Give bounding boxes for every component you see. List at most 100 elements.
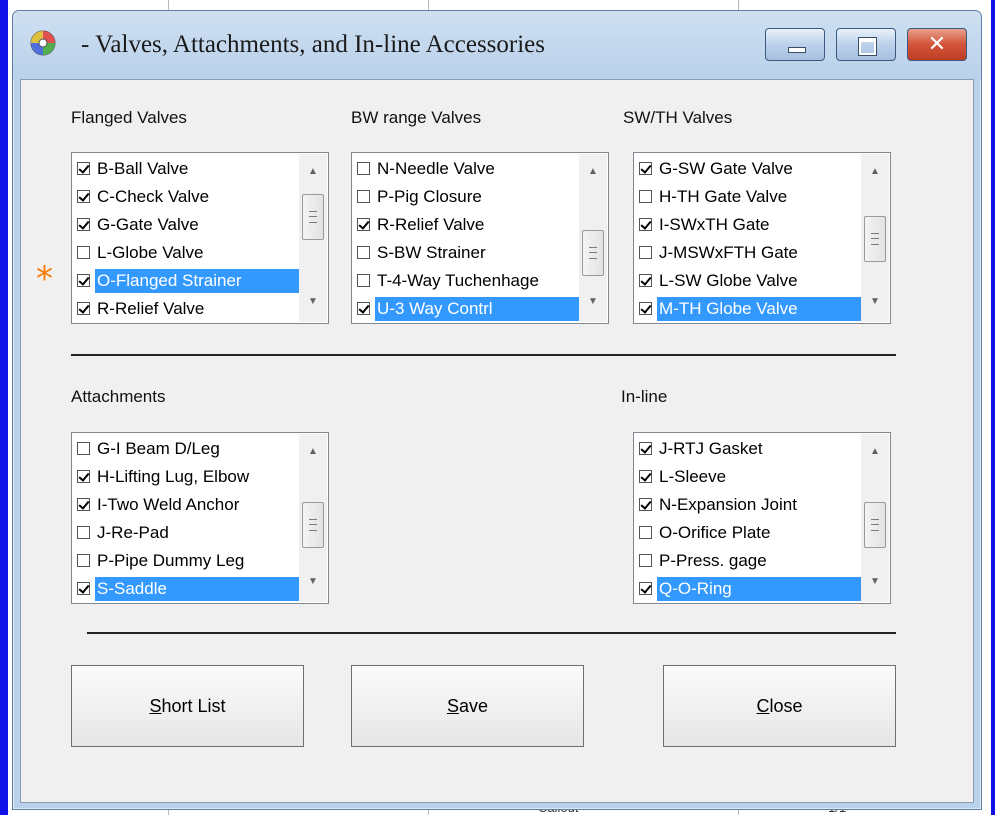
item-checkbox[interactable] bbox=[77, 442, 90, 455]
item-checkbox[interactable] bbox=[77, 218, 90, 231]
save-accel: S bbox=[446, 696, 459, 716]
list-item[interactable]: P-Press. gage bbox=[635, 547, 861, 575]
flanged-valves-listbox[interactable]: B-Ball Valve C-Check Valve G-Gate Valve L-G… bbox=[71, 152, 329, 324]
title-bar[interactable]: - Valves, Attachments, and In-line Acces… bbox=[13, 11, 981, 79]
item-checkbox[interactable] bbox=[639, 582, 652, 595]
list-item[interactable]: P-Pig Closure bbox=[353, 183, 579, 211]
item-checkbox[interactable] bbox=[357, 218, 370, 231]
maximize-button[interactable] bbox=[836, 28, 896, 61]
list-item[interactable]: S-BW Strainer bbox=[353, 239, 579, 267]
list-item[interactable]: U-3 Way Contrl bbox=[353, 295, 579, 323]
list-item[interactable]: R-Relief Valve bbox=[353, 211, 579, 239]
item-checkbox[interactable] bbox=[639, 302, 652, 315]
list-item[interactable]: T-4-Way Tuchenhage bbox=[353, 267, 579, 295]
item-checkbox[interactable] bbox=[77, 554, 90, 567]
list-item[interactable]: G-Gate Valve bbox=[73, 211, 299, 239]
scroll-up-arrow-icon[interactable]: ▲ bbox=[579, 162, 607, 182]
scroll-up-arrow-icon[interactable]: ▲ bbox=[861, 162, 889, 182]
scroll-down-arrow-icon[interactable]: ▼ bbox=[299, 292, 327, 312]
item-checkbox[interactable] bbox=[639, 470, 652, 483]
list-item[interactable]: N-Expansion Joint bbox=[635, 491, 861, 519]
list-item[interactable]: O-Orifice Plate bbox=[635, 519, 861, 547]
in-line-listbox[interactable]: J-RTJ Gasket L-Sleeve N-Expansion Joint O-O… bbox=[633, 432, 891, 604]
scroll-down-arrow-icon[interactable]: ▼ bbox=[299, 572, 327, 592]
item-checkbox[interactable] bbox=[77, 162, 90, 175]
close-window-button[interactable]: ✕ bbox=[907, 28, 967, 61]
item-checkbox[interactable] bbox=[639, 526, 652, 539]
item-checkbox[interactable] bbox=[639, 162, 652, 175]
item-checkbox[interactable] bbox=[357, 274, 370, 287]
thumb-grip-icon bbox=[871, 519, 879, 531]
item-checkbox[interactable] bbox=[639, 274, 652, 287]
list-item[interactable]: O-Flanged Strainer bbox=[73, 267, 299, 295]
item-label: P-Press. gage bbox=[659, 551, 767, 570]
list-item[interactable]: I-SWxTH Gate bbox=[635, 211, 861, 239]
list-item[interactable]: L-Globe Valve bbox=[73, 239, 299, 267]
item-checkbox[interactable] bbox=[357, 162, 370, 175]
scroll-thumb[interactable] bbox=[582, 230, 604, 276]
list-item[interactable]: Q-O-Ring bbox=[635, 575, 861, 603]
item-checkbox[interactable] bbox=[77, 274, 90, 287]
item-checkbox[interactable] bbox=[639, 498, 652, 511]
list-item[interactable]: H-Lifting Lug, Elbow bbox=[73, 463, 299, 491]
minimize-button[interactable] bbox=[765, 28, 825, 61]
list-item[interactable]: C-Check Valve bbox=[73, 183, 299, 211]
divider-bottom bbox=[87, 632, 896, 634]
list-item[interactable]: I-Two Weld Anchor bbox=[73, 491, 299, 519]
item-checkbox[interactable] bbox=[77, 526, 90, 539]
item-checkbox[interactable] bbox=[639, 554, 652, 567]
close-label: lose bbox=[769, 696, 803, 716]
item-checkbox[interactable] bbox=[77, 302, 90, 315]
list-item[interactable]: L-Sleeve bbox=[635, 463, 861, 491]
list-item[interactable]: G-I Beam D/Leg bbox=[73, 435, 299, 463]
list-item[interactable]: S-Saddle bbox=[73, 575, 299, 603]
item-checkbox[interactable] bbox=[77, 498, 90, 511]
bw-range-valves-listbox[interactable]: N-Needle Valve P-Pig Closure R-Relief Valv… bbox=[351, 152, 609, 324]
scroll-down-arrow-icon[interactable]: ▼ bbox=[861, 292, 889, 312]
item-checkbox[interactable] bbox=[357, 246, 370, 259]
short-list-button[interactable]: Short List bbox=[71, 665, 304, 747]
scroll-up-arrow-icon[interactable]: ▲ bbox=[299, 442, 327, 462]
item-checkbox[interactable] bbox=[77, 246, 90, 259]
vertical-scrollbar[interactable]: ▲ ▼ bbox=[579, 154, 607, 322]
vertical-scrollbar[interactable]: ▲ ▼ bbox=[861, 154, 889, 322]
list-item[interactable]: G-SW Gate Valve bbox=[635, 155, 861, 183]
vertical-scrollbar[interactable]: ▲ ▼ bbox=[861, 434, 889, 602]
list-item[interactable]: P-Pipe Dummy Leg bbox=[73, 547, 299, 575]
scroll-down-arrow-icon[interactable]: ▼ bbox=[861, 572, 889, 592]
scroll-thumb[interactable] bbox=[864, 502, 886, 548]
sw-th-valves-listbox[interactable]: G-SW Gate Valve H-TH Gate Valve I-SWxTH Ga… bbox=[633, 152, 891, 324]
scroll-thumb[interactable] bbox=[864, 216, 886, 262]
vertical-scrollbar[interactable]: ▲ ▼ bbox=[299, 434, 327, 602]
list-item[interactable]: H-TH Gate Valve bbox=[635, 183, 861, 211]
list-item[interactable]: R-Relief Valve bbox=[73, 295, 299, 323]
attachments-listbox[interactable]: G-I Beam D/Leg H-Lifting Lug, Elbow I-Two … bbox=[71, 432, 329, 604]
scroll-thumb[interactable] bbox=[302, 194, 324, 240]
list-item[interactable]: B-Ball Valve bbox=[73, 155, 299, 183]
close-button[interactable]: Close bbox=[663, 665, 896, 747]
item-checkbox[interactable] bbox=[639, 442, 652, 455]
item-checkbox[interactable] bbox=[357, 302, 370, 315]
vertical-scrollbar[interactable]: ▲ ▼ bbox=[299, 154, 327, 322]
scroll-up-arrow-icon[interactable]: ▲ bbox=[299, 162, 327, 182]
save-button[interactable]: Save bbox=[351, 665, 584, 747]
item-checkbox[interactable] bbox=[77, 470, 90, 483]
scroll-down-arrow-icon[interactable]: ▼ bbox=[579, 292, 607, 312]
item-checkbox[interactable] bbox=[357, 190, 370, 203]
item-checkbox[interactable] bbox=[77, 582, 90, 595]
list-item[interactable]: M-TH Globe Valve bbox=[635, 295, 861, 323]
scroll-up-arrow-icon[interactable]: ▲ bbox=[861, 442, 889, 462]
list-item[interactable]: J-RTJ Gasket bbox=[635, 435, 861, 463]
list-item[interactable]: L-SW Globe Valve bbox=[635, 267, 861, 295]
scroll-thumb[interactable] bbox=[302, 502, 324, 548]
list-item[interactable]: N-Needle Valve bbox=[353, 155, 579, 183]
thumb-grip-icon bbox=[309, 519, 317, 531]
list-item[interactable]: J-MSWxFTH Gate bbox=[635, 239, 861, 267]
item-checkbox[interactable] bbox=[639, 246, 652, 259]
label-sw-th-valves: SW/TH Valves bbox=[623, 108, 733, 127]
item-checkbox[interactable] bbox=[77, 190, 90, 203]
list-item[interactable]: J-Re-Pad bbox=[73, 519, 299, 547]
item-checkbox[interactable] bbox=[639, 218, 652, 231]
list-items: J-RTJ Gasket L-Sleeve N-Expansion Joint O-O… bbox=[635, 435, 861, 603]
item-checkbox[interactable] bbox=[639, 190, 652, 203]
